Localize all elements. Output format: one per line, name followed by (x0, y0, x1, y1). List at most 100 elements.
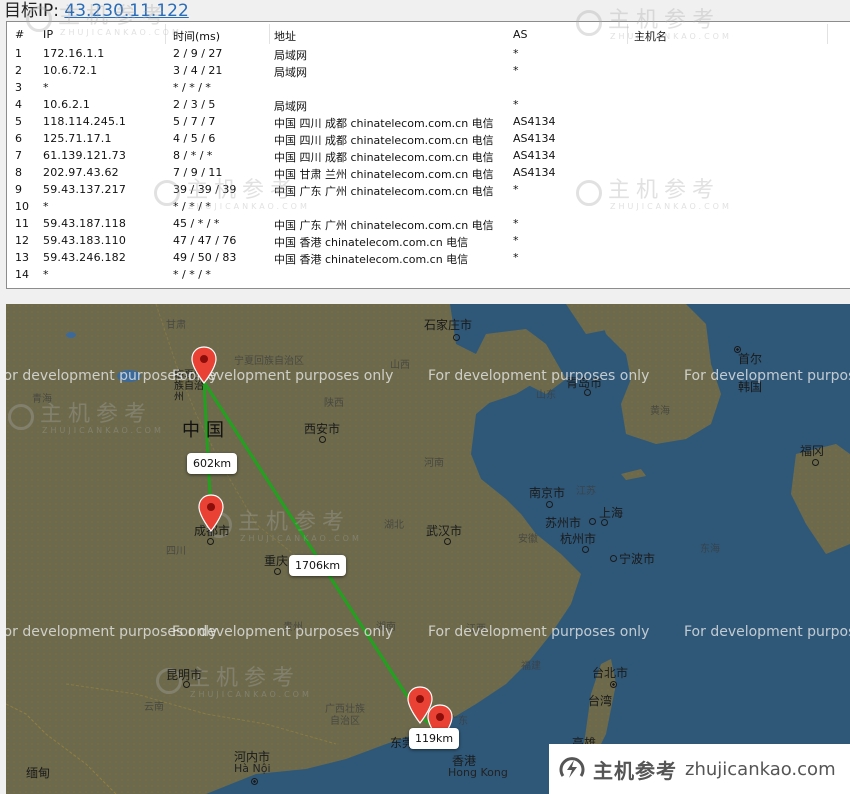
city-label: 苏州市 (545, 516, 582, 530)
hop-latency: 8 / * / * (173, 149, 213, 162)
hop-number: 3 (15, 81, 22, 94)
city-label: 福冈 (800, 444, 825, 458)
hop-ip: 59.43.187.118 (43, 217, 127, 230)
table-row[interactable]: 14 * * / * / * (7, 267, 850, 284)
table-row[interactable]: 6 125.71.17.1 4 / 5 / 6 中国 四川 成都 chinatelec… (7, 131, 850, 148)
table-row[interactable]: 8 202.97.43.62 7 / 9 / 11 中国 甘肃 兰州 chinatel… (7, 165, 850, 182)
traceroute-window: 目标IP: 43.230.11.122 # IP 时间(ms) 地址 AS 主机… (0, 0, 850, 794)
col-header-as[interactable]: AS (513, 28, 528, 41)
hop-address: 局域网 (274, 49, 307, 62)
hop-as: AS4134 (513, 132, 556, 145)
table-row[interactable]: 2 10.6.72.1 3 / 4 / 21 局域网 * (7, 63, 850, 80)
table-row[interactable]: 5 118.114.245.1 5 / 7 / 7 中国 四川 成都 chinatel… (7, 114, 850, 131)
city-marker (601, 519, 608, 526)
city-label: 西安市 (304, 422, 341, 436)
hop-ip: 202.97.43.62 (43, 166, 119, 179)
route-map[interactable]: 主机参考 ZHUJICANKAO.COM 主机参考 ZHUJICANKAO.COM … (6, 304, 850, 794)
distance-label: 602km (187, 453, 238, 474)
province-label: 青海 (32, 394, 52, 405)
hop-number: 7 (15, 149, 22, 162)
hop-as: * (513, 251, 519, 264)
hop-as: AS4134 (513, 115, 556, 128)
table-row[interactable]: 11 59.43.187.118 45 / * / * 中国 广东 广州 chinat… (7, 216, 850, 233)
city-marker (319, 436, 326, 443)
traceroute-table-panel: # IP 时间(ms) 地址 AS 主机名 1 172.16.1.1 2 / 9 /… (6, 21, 850, 289)
hop-latency: * / * / * (173, 268, 211, 281)
city-label: 台湾 (588, 694, 613, 708)
column-divider[interactable] (165, 24, 166, 44)
brand-name-cn: 主机参考 (593, 758, 677, 783)
table-row[interactable]: 10 * * / * / * (7, 199, 850, 216)
brand-domain: zhujicankao.com (685, 758, 836, 780)
city-label: Hà Nội (234, 762, 271, 775)
dev-notice: For development purposes only (428, 368, 650, 384)
hop-number: 10 (15, 200, 29, 213)
province-label: 广西壮族自治区 (325, 704, 365, 727)
col-header-time[interactable]: 时间(ms) (173, 28, 220, 44)
city-marker (444, 538, 451, 545)
city-label: 杭州市 (560, 532, 597, 546)
hop-ip: * (43, 81, 49, 94)
hop-latency: * / * / * (173, 81, 211, 94)
table-header: # IP 时间(ms) 地址 AS 主机名 (7, 22, 850, 46)
city-marker (251, 778, 258, 785)
city-label: 台北市 (592, 666, 629, 680)
hop-ip: 118.114.245.1 (43, 115, 127, 128)
table-body: 1 172.16.1.1 2 / 9 / 27 局域网 * 2 10.6.72.1 3 / 4… (7, 46, 850, 284)
hop-latency: 7 / 9 / 11 (173, 166, 223, 179)
target-ip-header: 目标IP: 43.230.11.122 (4, 0, 189, 22)
hop-number: 4 (15, 98, 22, 111)
hop-ip: * (43, 268, 49, 281)
col-header-hostname[interactable]: 主机名 (634, 28, 667, 44)
table-row[interactable]: 12 59.43.183.110 47 / 47 / 76 中国 香港 chinate… (7, 233, 850, 250)
hop-number: 9 (15, 183, 22, 196)
table-row[interactable]: 4 10.6.2.1 2 / 3 / 5 局域网 * (7, 97, 850, 114)
col-header-ip[interactable]: IP (43, 28, 53, 41)
hop-ip: 61.139.121.73 (43, 149, 127, 162)
province-label: 陕西 (324, 398, 344, 409)
column-divider[interactable] (269, 24, 270, 44)
province-label: 四川 (166, 546, 186, 557)
city-marker (584, 389, 591, 396)
table-row[interactable]: 13 59.43.246.182 49 / 50 / 83 中国 香港 chinate… (7, 250, 850, 267)
city-marker (546, 501, 553, 508)
brand-badge: 主机参考 zhujicankao.com (549, 744, 850, 794)
hop-number: 11 (15, 217, 29, 230)
hop-address: 中国 广东 广州 chinatelecom.com.cn 电信 (274, 219, 494, 232)
target-ip-label: 目标IP: (4, 1, 59, 21)
hop-as: * (513, 47, 519, 60)
table-row[interactable]: 7 61.139.121.73 8 / * / * 中国 四川 成都 chinatel… (7, 148, 850, 165)
target-ip-link[interactable]: 43.230.11.122 (64, 1, 188, 21)
table-row[interactable]: 9 59.43.137.217 39 / 39 / 39 中国 广东 广州 china… (7, 182, 850, 199)
col-header-address[interactable]: 地址 (274, 28, 296, 44)
hop-ip: 59.43.246.182 (43, 251, 127, 264)
hop-number: 14 (15, 268, 29, 281)
hop-latency: * / * / * (173, 200, 211, 213)
dev-notice: For development purposes only (684, 624, 850, 640)
table-row[interactable]: 1 172.16.1.1 2 / 9 / 27 局域网 * (7, 46, 850, 63)
table-row[interactable]: 3 * * / * / * (7, 80, 850, 97)
kyushu-landmass (791, 444, 850, 554)
hop-latency: 2 / 9 / 27 (173, 47, 223, 60)
hop-number: 8 (15, 166, 22, 179)
hop-address: 中国 香港 chinatelecom.com.cn 电信 (274, 253, 469, 266)
hop-ip: 172.16.1.1 (43, 47, 105, 60)
column-divider[interactable] (827, 24, 828, 44)
col-header-num[interactable]: # (15, 28, 24, 41)
hop-marker-chengdu[interactable] (198, 494, 224, 532)
hop-marker-lanzhou[interactable] (191, 346, 217, 384)
city-label: 重庆 (264, 554, 289, 568)
hop-address: 中国 香港 chinatelecom.com.cn 电信 (274, 236, 469, 249)
province-label: 宁夏回族自治区 (234, 356, 304, 367)
city-label: 首尔 (738, 352, 763, 366)
dev-notice: For development purposes only (172, 624, 394, 640)
hop-latency: 5 / 7 / 7 (173, 115, 216, 128)
column-divider[interactable] (627, 24, 628, 44)
hop-address: 中国 广东 广州 chinatelecom.com.cn 电信 (274, 185, 494, 198)
traceroute-table: # IP 时间(ms) 地址 AS 主机名 1 172.16.1.1 2 / 9 /… (7, 22, 850, 284)
hop-as: AS4134 (513, 149, 556, 162)
city-marker (589, 518, 596, 525)
hop-address: 局域网 (274, 100, 307, 113)
hop-ip: * (43, 200, 49, 213)
hop-latency: 2 / 3 / 5 (173, 98, 216, 111)
